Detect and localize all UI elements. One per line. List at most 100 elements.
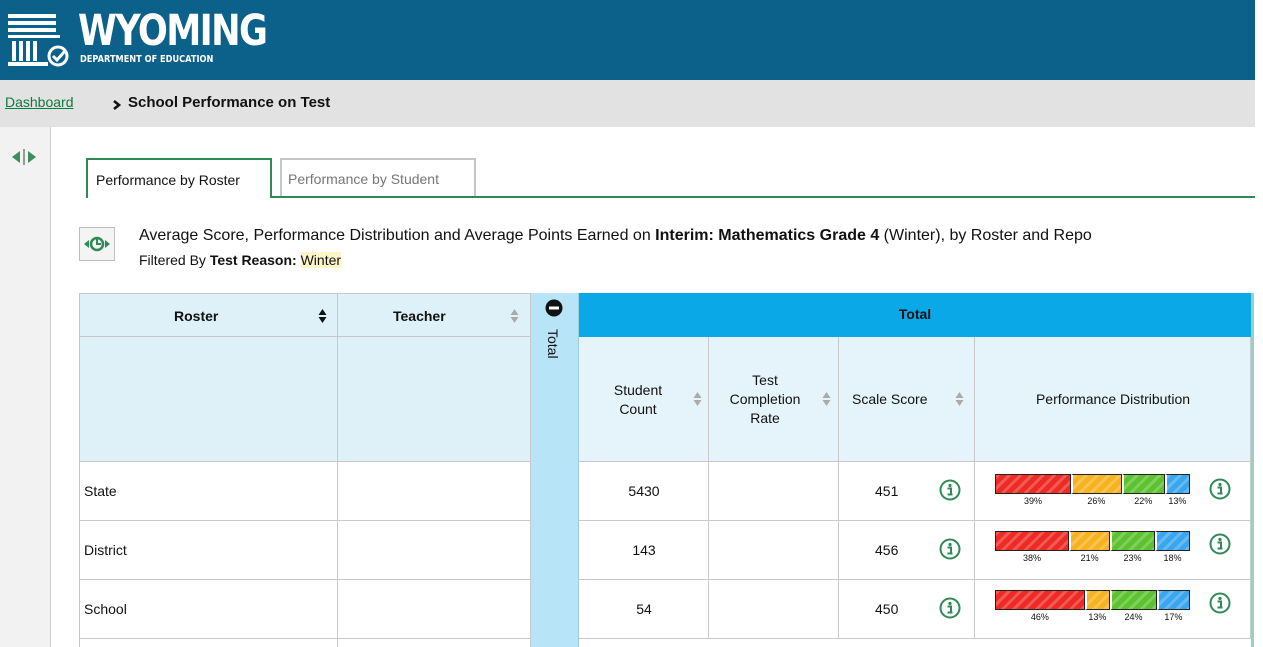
total-group-label: Total	[898, 306, 932, 322]
filter-prefix: Filtered By	[139, 252, 210, 268]
performance-level-4-segment	[1154, 531, 1190, 551]
breadcrumb: Dashboard School Performance on Test	[0, 80, 1255, 127]
performance-bar[interactable]: 39% 26% 22% 13%	[995, 474, 1190, 506]
sort-icon[interactable]	[822, 391, 831, 407]
roster-cell: School	[79, 580, 338, 639]
performance-level-3-segment	[1110, 590, 1157, 610]
info-icon[interactable]	[1209, 478, 1231, 500]
teacher-cell	[338, 462, 531, 521]
column-header-label: Teacher	[393, 308, 446, 324]
partial-row-cell	[79, 639, 338, 647]
chevron-right-icon	[112, 92, 122, 111]
performance-level-2-segment	[1071, 474, 1122, 494]
filter-value: Winter	[300, 252, 342, 268]
student-count-cell: 5430	[579, 462, 709, 521]
page-edge	[1255, 0, 1263, 647]
student-count-cell: 143	[579, 521, 709, 580]
filter-label: Test Reason:	[209, 252, 297, 268]
info-icon[interactable]	[939, 538, 961, 560]
performance-distribution-cell: 46% 13% 24% 17%	[975, 580, 1251, 639]
collapse-column-label: Total	[545, 329, 561, 359]
total-group-header: Total	[579, 293, 1251, 337]
student-count-cell: 54	[579, 580, 709, 639]
description-suffix: (Winter), by Roster and Repo	[879, 227, 1092, 244]
performance-level-1-segment	[995, 474, 1072, 494]
performance-level-1-percent: 39%	[1024, 496, 1043, 506]
performance-level-3-percent: 24%	[1124, 612, 1143, 622]
sort-ascending-icon[interactable]	[318, 308, 327, 324]
column-header-label: Scale Score	[852, 391, 928, 407]
performance-level-2-percent: 21%	[1080, 553, 1099, 563]
performance-level-4-percent: 17%	[1164, 612, 1183, 622]
performance-level-3-segment	[1110, 531, 1155, 551]
column-header-test-completion-rate[interactable]: Test Completion Rate	[709, 337, 839, 462]
performance-level-1-segment	[995, 590, 1085, 610]
tab-performance-by-student[interactable]: Performance by Student	[280, 158, 476, 196]
sync-button[interactable]	[79, 227, 115, 261]
results-table: Roster Teacher Total Total Student Count…	[79, 293, 1255, 647]
report-description: Average Score, Performance Distribution …	[139, 227, 1255, 245]
column-header-teacher[interactable]: Teacher	[338, 293, 531, 337]
completion-rate-cell	[709, 521, 839, 580]
column-header-label: Performance Distribution	[1035, 391, 1191, 407]
performance-level-1-percent: 38%	[1023, 553, 1042, 563]
sort-icon[interactable]	[510, 308, 519, 324]
performance-level-4-segment	[1156, 590, 1190, 610]
scale-score-cell: 451	[839, 462, 975, 521]
partial-row-cell	[338, 639, 531, 647]
sort-icon[interactable]	[693, 391, 702, 407]
performance-level-3-percent: 22%	[1134, 496, 1153, 506]
performance-level-2-segment	[1084, 590, 1111, 610]
column-header-label: Student Count	[613, 382, 663, 417]
performance-level-3-percent: 23%	[1123, 553, 1142, 563]
performance-bar[interactable]: 46% 13% 24% 17%	[995, 590, 1190, 622]
sort-icon[interactable]	[955, 391, 964, 407]
roster-cell: State	[79, 462, 338, 521]
performance-level-2-percent: 13%	[1088, 612, 1107, 622]
performance-level-4-percent: 18%	[1163, 553, 1182, 563]
breadcrumb-dashboard-link[interactable]: Dashboard	[5, 94, 74, 110]
completion-rate-cell	[709, 580, 839, 639]
table-right-border	[1251, 293, 1254, 647]
column-header-student-count[interactable]: Student Count	[579, 337, 709, 462]
info-icon[interactable]	[1209, 533, 1231, 555]
performance-level-4-percent: 13%	[1168, 496, 1187, 506]
performance-distribution-cell: 39% 26% 22% 13%	[975, 462, 1251, 521]
wyoming-logo[interactable]: WYOMING DEPARTMENT OF EDUCATION	[8, 6, 268, 72]
sync-arrows-icon	[84, 236, 110, 252]
tab-performance-by-roster[interactable]: Performance by Roster	[86, 158, 272, 198]
collapsed-sidebar	[0, 127, 51, 647]
performance-level-2-segment	[1069, 531, 1111, 551]
completion-rate-cell	[709, 462, 839, 521]
performance-level-4-segment	[1164, 474, 1190, 494]
column-header-scale-score[interactable]: Scale Score	[839, 337, 975, 462]
info-icon[interactable]	[939, 479, 961, 501]
performance-level-1-segment	[995, 531, 1070, 551]
capitol-building-icon	[8, 14, 69, 67]
tab-label: Performance by Roster	[96, 172, 240, 188]
expand-collapse-sidebar-icon[interactable]	[10, 149, 38, 165]
column-header-label: Roster	[174, 308, 219, 324]
collapse-minus-icon[interactable]	[545, 299, 563, 317]
performance-level-1-percent: 46%	[1030, 612, 1049, 622]
teacher-cell	[338, 521, 531, 580]
performance-distribution-cell: 38% 21% 23% 18%	[975, 521, 1251, 580]
description-prefix: Average Score, Performance Distribution …	[139, 227, 656, 244]
info-icon[interactable]	[1209, 592, 1231, 614]
column-header-roster[interactable]: Roster	[79, 293, 338, 337]
logo-subtitle: DEPARTMENT OF EDUCATION	[80, 54, 214, 65]
teacher-subheader-blank	[338, 337, 531, 462]
performance-level-3-segment	[1121, 474, 1165, 494]
logo-title: WYOMING	[78, 6, 268, 56]
performance-level-2-percent: 26%	[1087, 496, 1106, 506]
roster-cell: District	[79, 521, 338, 580]
info-icon[interactable]	[939, 597, 961, 619]
teacher-cell	[338, 580, 531, 639]
tab-label: Performance by Student	[288, 171, 439, 187]
roster-subheader-blank	[79, 337, 338, 462]
filter-summary: Filtered By Test Reason: Winter	[139, 252, 342, 268]
top-header: WYOMING DEPARTMENT OF EDUCATION	[0, 0, 1255, 80]
column-header-label: Test Completion Rate	[729, 372, 801, 426]
performance-bar[interactable]: 38% 21% 23% 18%	[995, 531, 1190, 563]
column-header-performance-distribution: Performance Distribution	[975, 337, 1251, 462]
